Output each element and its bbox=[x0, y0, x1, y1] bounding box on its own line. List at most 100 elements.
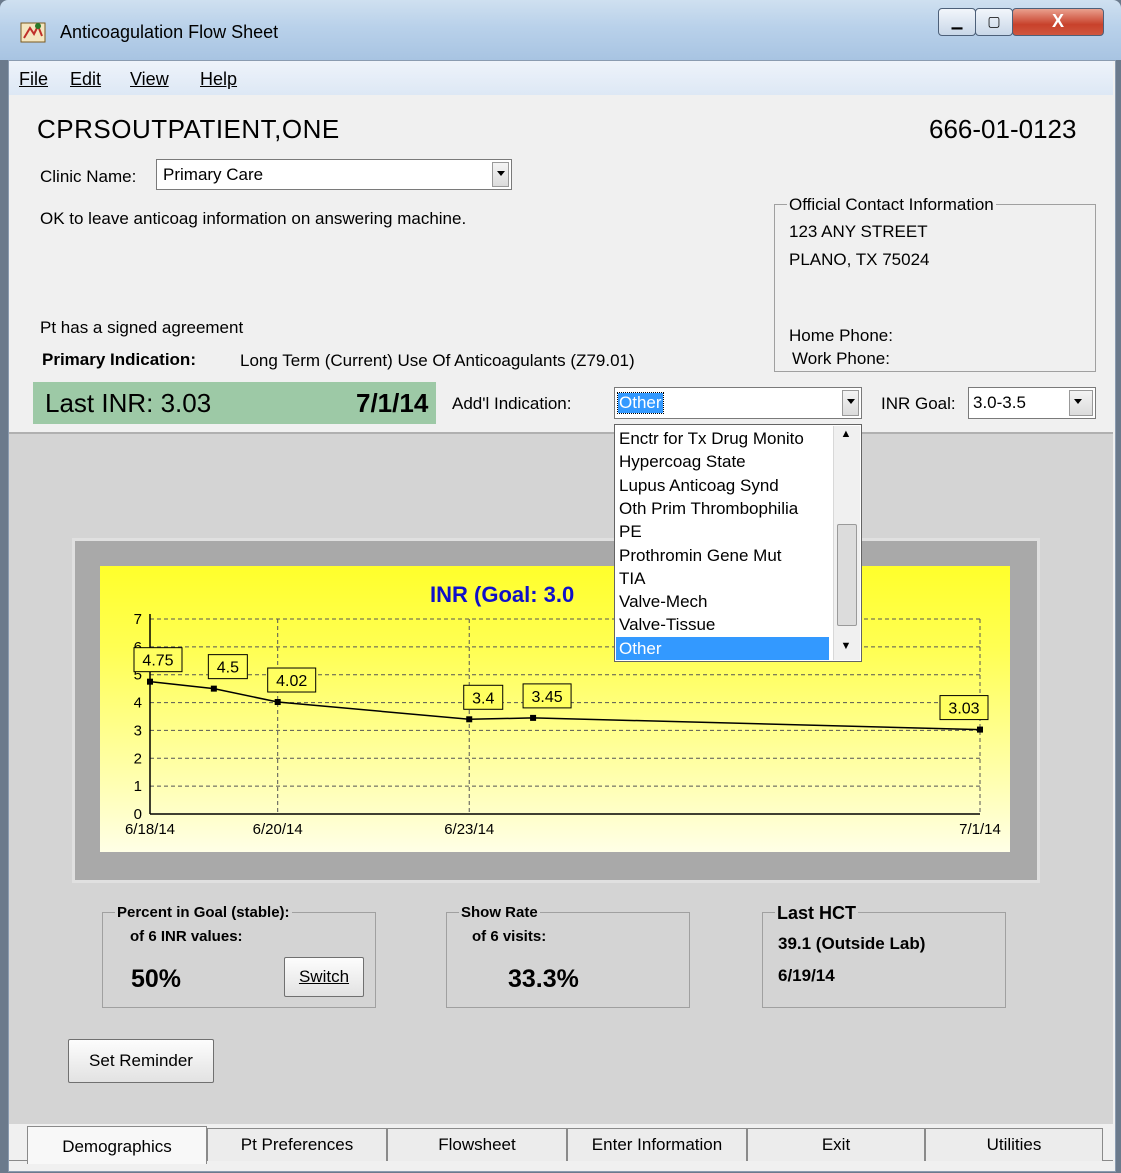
dropdown-option[interactable]: Lupus Anticoag Synd bbox=[619, 474, 829, 497]
percent-goal-subtitle: of 6 INR values: bbox=[130, 928, 243, 945]
data-label: 3.45 bbox=[532, 689, 563, 706]
show-rate-title: Show Rate bbox=[459, 904, 540, 921]
last-hct-title: Last HCT bbox=[775, 903, 859, 924]
x-tick-label: 7/1/14 bbox=[959, 821, 1001, 838]
data-point bbox=[274, 699, 281, 706]
inr-chart-panel: INR (Goal: 3.0012345676/18/146/20/146/23… bbox=[100, 566, 1010, 852]
dropdown-option[interactable]: Valve-Mech bbox=[619, 590, 829, 613]
clinic-value: Primary Care bbox=[163, 165, 264, 184]
addl-indication-value: Other bbox=[617, 392, 664, 414]
tab-label: Flowsheet bbox=[438, 1135, 516, 1154]
maximize-icon: ▢ bbox=[987, 13, 1001, 29]
scroll-down-icon[interactable]: ▼ bbox=[837, 640, 855, 658]
clinic-select[interactable]: Primary Care bbox=[156, 159, 512, 190]
last-hct-panel: Last HCT bbox=[762, 903, 1006, 1008]
percent-goal-title: Percent in Goal (stable): bbox=[115, 904, 292, 921]
y-tick-label: 1 bbox=[134, 778, 142, 795]
show-rate-subtitle: of 6 visits: bbox=[472, 928, 547, 945]
menu-view[interactable]: View bbox=[130, 69, 169, 90]
work-phone-label: Work Phone: bbox=[792, 349, 890, 368]
data-point bbox=[466, 716, 473, 723]
patient-name: CPRSOUTPATIENT,ONE bbox=[37, 114, 340, 144]
y-tick-label: 2 bbox=[134, 750, 142, 767]
last-hct-date: 6/19/14 bbox=[778, 966, 835, 985]
inr-chart: INR (Goal: 3.0012345676/18/146/20/146/23… bbox=[125, 582, 1001, 838]
dropdown-option[interactable]: Other bbox=[616, 636, 829, 660]
x-tick-label: 6/20/14 bbox=[253, 821, 303, 838]
data-label: 4.5 bbox=[217, 660, 239, 677]
x-tick-label: 6/18/14 bbox=[125, 821, 175, 838]
data-point bbox=[977, 726, 983, 733]
dropdown-option[interactable]: Prothromin Gene Mut bbox=[619, 544, 829, 567]
tab-demographics[interactable]: Demographics bbox=[27, 1126, 207, 1164]
contact-info-title: Official Contact Information bbox=[787, 195, 996, 215]
minimize-button[interactable]: ▁ bbox=[938, 8, 976, 36]
scroll-up-icon[interactable]: ▲ bbox=[837, 428, 855, 446]
y-tick-label: 7 bbox=[134, 611, 142, 628]
contact-city: PLANO, TX 75024 bbox=[789, 250, 930, 269]
dropdown-option[interactable]: Valve-Tissue bbox=[619, 613, 829, 636]
dropdown-option[interactable]: Oth Prim Thrombophilia bbox=[619, 497, 829, 520]
last-inr-date: 7/1/14 bbox=[356, 388, 429, 418]
clinic-label: Clinic Name: bbox=[40, 167, 137, 186]
menu-edit[interactable]: Edit bbox=[70, 69, 101, 90]
addl-indication-select[interactable]: Other bbox=[614, 387, 862, 419]
set-reminder-button[interactable]: Set Reminder bbox=[68, 1039, 214, 1083]
last-hct-value: 39.1 (Outside Lab) bbox=[778, 934, 926, 953]
dropdown-scrollbar[interactable]: ▲ ▼ bbox=[833, 426, 860, 660]
tab-flowsheet[interactable]: Flowsheet bbox=[387, 1128, 567, 1161]
maximize-button[interactable]: ▢ bbox=[975, 8, 1013, 36]
tab-label: Demographics bbox=[62, 1137, 172, 1156]
chevron-down-icon[interactable] bbox=[842, 390, 859, 416]
menu-file[interactable]: File bbox=[19, 69, 48, 90]
inr-goal-select[interactable]: 3.0-3.5 bbox=[968, 387, 1096, 419]
primary-indication-label: Primary Indication: bbox=[42, 350, 196, 369]
addl-indication-dropdown-list[interactable]: ▲ ▼ Enctr for Tx Drug Monito Hypercoag St… bbox=[614, 424, 862, 662]
data-label: 4.75 bbox=[142, 653, 173, 670]
dropdown-option[interactable]: Hypercoag State bbox=[619, 450, 829, 473]
tab-exit[interactable]: Exit bbox=[747, 1128, 925, 1161]
set-reminder-label: Set Reminder bbox=[89, 1051, 193, 1070]
dropdown-option[interactable]: TIA bbox=[619, 567, 829, 590]
dropdown-option[interactable]: PE bbox=[619, 520, 829, 543]
scroll-thumb[interactable] bbox=[837, 524, 857, 626]
tab-label: Utilities bbox=[986, 1135, 1042, 1154]
x-tick-label: 6/23/14 bbox=[444, 821, 494, 838]
patient-ssn: 666-01-0123 bbox=[929, 114, 1077, 144]
show-rate-value: 33.3% bbox=[508, 965, 579, 993]
addl-indication-label: Add'l Indication: bbox=[452, 394, 572, 413]
switch-button[interactable]: Switch bbox=[284, 957, 364, 997]
data-label: 3.4 bbox=[472, 690, 494, 707]
primary-indication-value: Long Term (Current) Use Of Anticoagulant… bbox=[240, 351, 635, 370]
y-tick-label: 4 bbox=[134, 695, 142, 712]
tab-label: Enter Information bbox=[591, 1135, 723, 1154]
chart-title: INR (Goal: 3.0 bbox=[430, 582, 574, 607]
minimize-icon: ▁ bbox=[951, 13, 963, 29]
data-label: 4.02 bbox=[276, 673, 307, 690]
dropdown-option[interactable]: Enctr for Tx Drug Monito bbox=[619, 427, 829, 450]
data-label: 3.03 bbox=[948, 701, 979, 718]
contact-street: 123 ANY STREET bbox=[789, 222, 928, 241]
y-tick-label: 3 bbox=[134, 722, 142, 739]
tab-utilities[interactable]: Utilities bbox=[925, 1128, 1103, 1161]
menu-bar bbox=[9, 61, 1113, 95]
inr-goal-label: INR Goal: bbox=[881, 394, 956, 413]
close-button[interactable]: X bbox=[1012, 8, 1104, 36]
tab-label: Exit bbox=[821, 1135, 851, 1154]
last-inr-label: Last INR: 3.03 bbox=[45, 388, 212, 418]
tab-enter-information[interactable]: Enter Information bbox=[567, 1128, 747, 1161]
home-phone-label: Home Phone: bbox=[789, 326, 893, 345]
chevron-down-icon[interactable] bbox=[492, 162, 509, 187]
agreement-note: Pt has a signed agreement bbox=[40, 318, 244, 337]
percent-goal-value: 50% bbox=[131, 965, 182, 993]
answering-machine-note: OK to leave anticoag information on answ… bbox=[40, 209, 467, 228]
data-point bbox=[530, 714, 537, 721]
inr-goal-value: 3.0-3.5 bbox=[973, 393, 1026, 412]
chevron-down-icon[interactable] bbox=[1069, 390, 1093, 416]
data-point bbox=[147, 678, 153, 685]
menu-help[interactable]: Help bbox=[200, 69, 237, 90]
data-point bbox=[210, 685, 217, 692]
tab-pt-preferences[interactable]: Pt Preferences bbox=[207, 1128, 387, 1161]
close-icon: X bbox=[1051, 11, 1064, 31]
switch-label: Switch bbox=[298, 967, 350, 986]
